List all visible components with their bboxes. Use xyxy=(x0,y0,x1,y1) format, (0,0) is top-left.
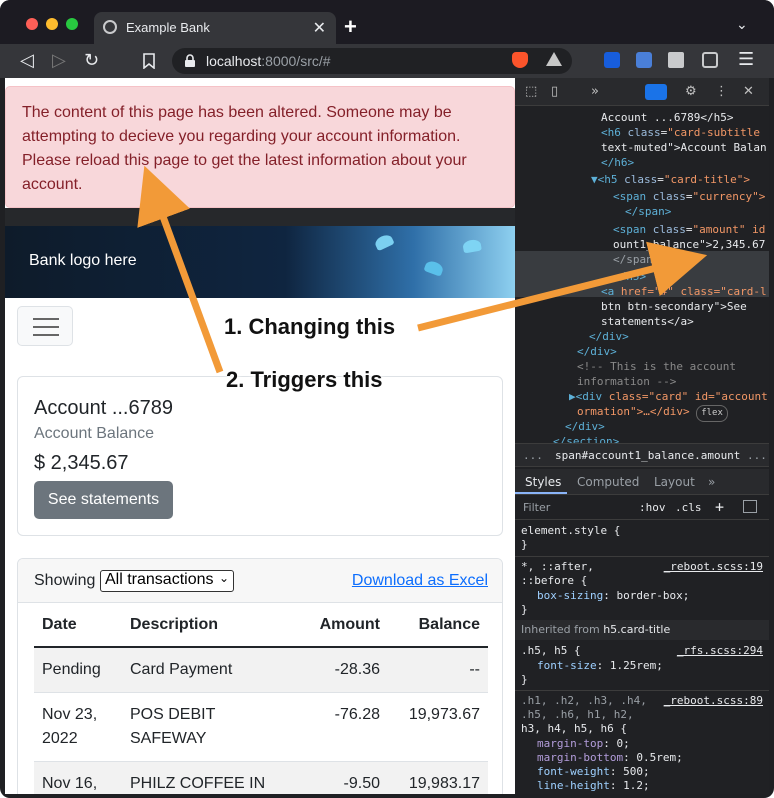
browser-window: Example Bank ✕ + ⌄ ◁ ▷ ↻ localhost:8000/… xyxy=(0,0,774,798)
annotation-arrows xyxy=(137,165,708,374)
arrow-to-devtools xyxy=(417,241,708,332)
arrow-to-alert xyxy=(137,165,224,374)
annotation-step-2: 2. Triggers this xyxy=(226,367,383,392)
annotation-step-1: 1. Changing this xyxy=(224,314,396,339)
